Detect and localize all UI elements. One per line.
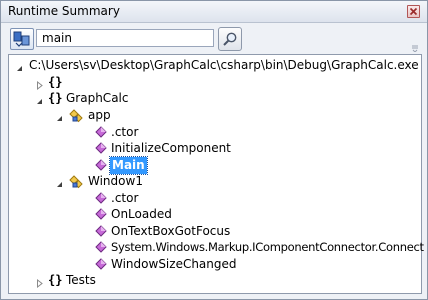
window-title: Runtime Summary — [8, 4, 120, 18]
tree-item-namespace-graphcalc[interactable]: {} GraphCalc — [35, 90, 155, 107]
collapse-arrow-icon[interactable] — [35, 94, 44, 104]
expand-arrow-icon[interactable] — [35, 78, 44, 91]
close-icon[interactable] — [407, 5, 420, 18]
collapse-arrow-icon[interactable] — [55, 111, 64, 121]
tree-item-method[interactable]: InitializeComponent — [93, 140, 243, 157]
tree-item-label: System.Windows.Markup.IComponentConnecto… — [111, 240, 424, 254]
tree-item-label: OnLoaded — [111, 207, 172, 221]
tree-item-label: .ctor — [111, 191, 139, 205]
tree-item-label: InitializeComponent — [111, 141, 231, 155]
namespace-icon: {} — [48, 91, 63, 105]
expand-arrow-icon[interactable] — [35, 276, 44, 289]
namespace-icon: {} — [48, 273, 63, 287]
tree-item-label: .ctor — [111, 125, 139, 139]
tree-item-method[interactable]: WindowSizeChanged — [93, 256, 273, 273]
tree-item-class-window1[interactable]: Window1 — [55, 173, 175, 190]
method-icon — [93, 191, 109, 207]
tree-item-label: C:\Users\sv\Desktop\GraphCalc\csharp\bin… — [29, 58, 419, 72]
tree-item-method[interactable]: System.Windows.Markup.IComponentConnecto… — [93, 239, 424, 256]
tree-item-class-app[interactable]: app — [55, 107, 155, 124]
collapse-arrow-icon[interactable] — [55, 177, 64, 187]
tree-item-label: OnTextBoxGotFocus — [111, 224, 231, 238]
tree-item-label: GraphCalc — [66, 91, 129, 105]
tree-item-namespace-empty[interactable]: {} — [35, 74, 95, 91]
tree-item-method[interactable]: .ctor — [93, 190, 173, 207]
toolbar — [1, 23, 427, 53]
tree-item-method-selected[interactable]: Main — [93, 156, 173, 175]
method-icon — [93, 207, 109, 223]
class-icon — [68, 108, 84, 124]
tree-item-namespace-tests[interactable]: {} Tests — [35, 272, 135, 289]
runtime-summary-window: Runtime Summary main C:\Users\sv\Desktop… — [0, 0, 428, 300]
class-icon — [68, 174, 84, 190]
tree-item-root[interactable]: C:\Users\sv\Desktop\GraphCalc\csharp\bin… — [15, 57, 419, 74]
tree-item-method[interactable]: OnLoaded — [93, 206, 193, 223]
assembly-filter-icon[interactable] — [10, 28, 34, 50]
tree-item-label: Window1 — [88, 174, 143, 188]
tree-item-label: app — [88, 108, 111, 122]
title-bar: Runtime Summary — [1, 1, 427, 23]
collapse-arrow-icon[interactable] — [15, 61, 24, 71]
method-icon — [93, 141, 109, 157]
runtime-tree[interactable]: C:\Users\sv\Desktop\GraphCalc\csharp\bin… — [8, 54, 424, 294]
method-icon — [93, 158, 109, 174]
magnifier-icon[interactable] — [218, 27, 242, 51]
namespace-icon: {} — [48, 75, 63, 89]
method-icon — [93, 240, 109, 256]
tree-item-method[interactable]: OnTextBoxGotFocus — [93, 223, 253, 240]
search-input[interactable] — [36, 29, 214, 47]
method-icon — [93, 125, 109, 141]
method-icon — [93, 257, 109, 273]
tree-item-method[interactable]: .ctor — [93, 124, 173, 141]
tree-item-label: Tests — [66, 273, 96, 287]
dropdown-grip-icon[interactable] — [411, 41, 419, 53]
tree-item-label: WindowSizeChanged — [111, 257, 237, 271]
tree-item-label: Main — [109, 156, 148, 175]
method-icon — [93, 224, 109, 240]
